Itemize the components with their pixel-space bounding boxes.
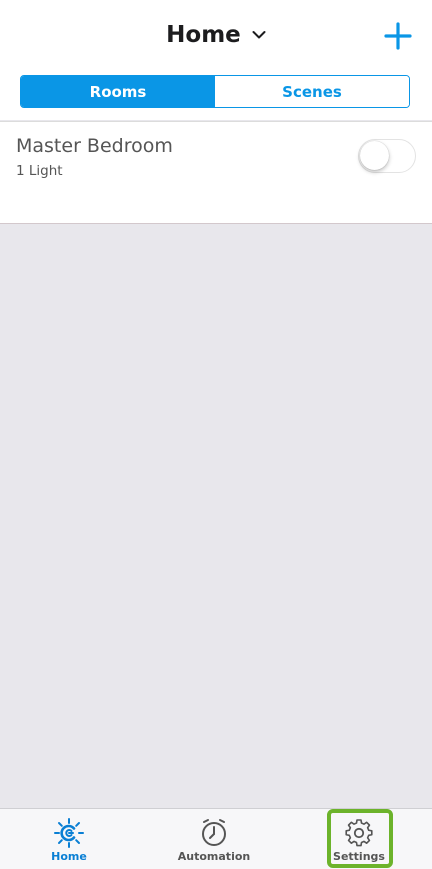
tab-automation-label: Automation [177, 850, 251, 863]
chevron-down-icon [252, 31, 266, 39]
tab-automation[interactable]: Automation [164, 813, 264, 867]
tab-rooms[interactable]: Rooms [21, 76, 215, 107]
tab-settings[interactable]: Settings [309, 813, 409, 867]
rooms-scenes-segmented-control: Rooms Scenes [20, 75, 410, 108]
tab-scenes[interactable]: Scenes [215, 76, 409, 107]
gear-icon [345, 819, 373, 847]
home-selector[interactable]: Home [0, 22, 432, 48]
page-title: Home [166, 22, 241, 48]
tab-home-label: Home [51, 850, 87, 863]
plus-icon[interactable] [384, 22, 412, 50]
room-name: Master Bedroom [16, 135, 173, 157]
header: Home Rooms Scenes [0, 0, 432, 120]
home-sun-icon [54, 818, 84, 848]
bottom-tab-bar: Home Automation Settings [0, 808, 432, 869]
tab-home[interactable]: Home [19, 813, 119, 867]
room-light-count: 1 Light [16, 163, 63, 179]
room-power-toggle[interactable] [358, 139, 416, 173]
alarm-clock-icon [202, 819, 226, 846]
tab-settings-label: Settings [333, 850, 385, 863]
app-screen: Home Rooms Scenes Master Bedroom 1 Light [0, 0, 432, 869]
toggle-knob [360, 141, 389, 170]
room-card-master-bedroom[interactable]: Master Bedroom 1 Light [0, 121, 432, 224]
